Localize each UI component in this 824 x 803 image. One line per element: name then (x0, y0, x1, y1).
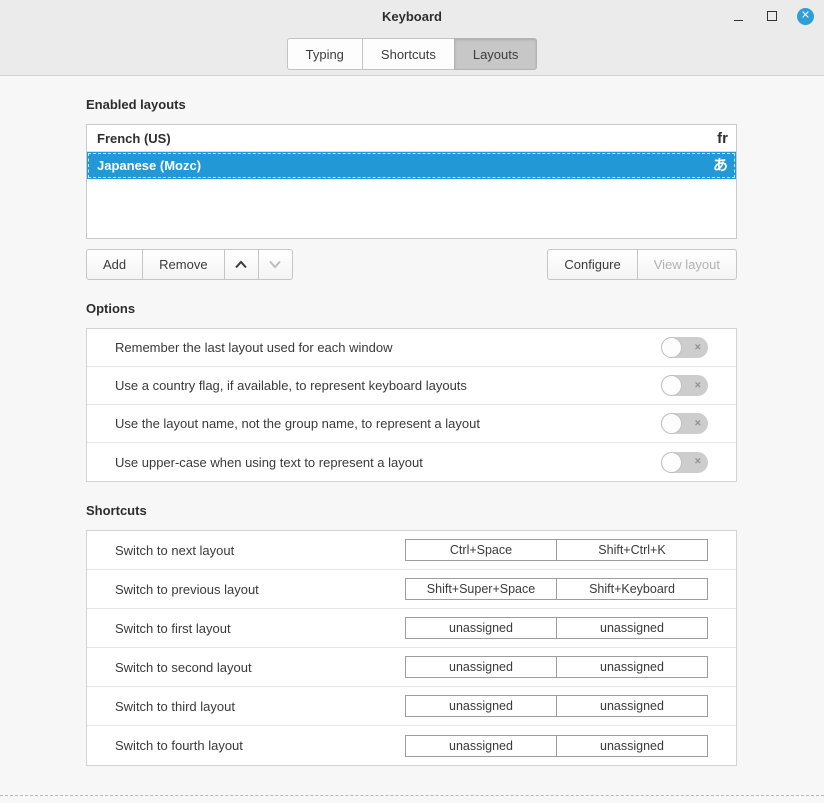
keybinding-pair: unassigned unassigned (405, 617, 708, 639)
tab-shortcuts-label: Shortcuts (381, 47, 436, 62)
layout-indicator-fr: fr (717, 131, 728, 146)
keybinding-button-2[interactable]: Shift+Ctrl+K (556, 539, 708, 561)
keybinding-button-1[interactable]: unassigned (405, 735, 557, 757)
option-label: Use the layout name, not the group name,… (115, 416, 480, 431)
tab-layouts-label: Layouts (473, 47, 519, 62)
tab-group: Typing Shortcuts Layouts (287, 38, 538, 70)
keybinding-button-2[interactable]: Shift+Keyboard (556, 578, 708, 600)
layout-list-toolbar: Add Remove Configure (86, 249, 737, 280)
remove-layout-label: Remove (159, 257, 207, 272)
enabled-layouts-list: French (US) fr Japanese (Mozc) あ (86, 124, 737, 239)
configure-button[interactable]: Configure (547, 249, 637, 280)
configure-label: Configure (564, 257, 620, 272)
shortcut-label: Switch to next layout (115, 543, 405, 558)
move-layout-down-button[interactable] (258, 249, 293, 280)
country-flag-toggle[interactable]: × (661, 375, 708, 396)
layout-edit-buttons: Add Remove (86, 249, 293, 280)
layout-action-buttons: Configure View layout (547, 249, 737, 280)
layout-row-french[interactable]: French (US) fr (87, 125, 736, 152)
toggle-off-icon: × (695, 380, 701, 391)
toggle-off-icon: × (695, 457, 701, 468)
shortcut-row-first-layout: Switch to first layout unassigned unassi… (87, 609, 736, 648)
shortcut-row-previous-layout: Switch to previous layout Shift+Super+Sp… (87, 570, 736, 609)
keybinding-button-2[interactable]: unassigned (556, 735, 708, 757)
keybinding-pair: Shift+Super+Space Shift+Keyboard (405, 578, 708, 600)
toggle-knob (661, 375, 682, 396)
view-layout-label: View layout (654, 257, 720, 272)
option-row-upper-case: Use upper-case when using text to repres… (87, 443, 736, 481)
keybinding-button-2[interactable]: unassigned (556, 617, 708, 639)
enabled-layouts-heading: Enabled layouts (86, 97, 737, 112)
add-layout-label: Add (103, 257, 126, 272)
keybinding-button-1[interactable]: Ctrl+Space (405, 539, 557, 561)
toggle-off-icon: × (695, 418, 701, 429)
layout-name: French (US) (97, 131, 171, 146)
window-title: Keyboard (382, 9, 442, 24)
tab-shortcuts[interactable]: Shortcuts (362, 38, 455, 70)
minimize-button[interactable] (729, 7, 747, 25)
layout-indicator-ja: あ (713, 158, 728, 173)
tab-typing-label: Typing (306, 47, 344, 62)
option-row-remember-last-layout: Remember the last layout used for each w… (87, 329, 736, 367)
view-layout-button[interactable]: View layout (637, 249, 737, 280)
tab-layouts[interactable]: Layouts (454, 38, 538, 70)
remember-last-layout-toggle[interactable]: × (661, 337, 708, 358)
toggle-knob (661, 413, 682, 434)
option-label: Use a country flag, if available, to rep… (115, 378, 467, 393)
layout-row-japanese[interactable]: Japanese (Mozc) あ (87, 152, 736, 179)
close-icon: ✕ (801, 10, 810, 21)
remove-layout-button[interactable]: Remove (142, 249, 224, 280)
shortcut-row-fourth-layout: Switch to fourth layout unassigned unass… (87, 726, 736, 765)
shortcut-label: Switch to second layout (115, 660, 405, 675)
maximize-button[interactable] (763, 7, 781, 25)
options-heading: Options (86, 301, 737, 316)
toggle-knob (661, 337, 682, 358)
keybinding-button-1[interactable]: unassigned (405, 617, 557, 639)
option-row-country-flag: Use a country flag, if available, to rep… (87, 367, 736, 405)
shortcuts-heading: Shortcuts (86, 503, 737, 518)
shortcut-row-second-layout: Switch to second layout unassigned unass… (87, 648, 736, 687)
keybinding-pair: unassigned unassigned (405, 695, 708, 717)
toggle-off-icon: × (695, 342, 701, 353)
keybinding-button-1[interactable]: unassigned (405, 656, 557, 678)
keybinding-pair: unassigned unassigned (405, 735, 708, 757)
maximize-icon (767, 11, 777, 21)
chevron-down-icon (268, 260, 282, 269)
keybinding-button-2[interactable]: unassigned (556, 695, 708, 717)
keybinding-pair: Ctrl+Space Shift+Ctrl+K (405, 539, 708, 561)
keybinding-pair: unassigned unassigned (405, 656, 708, 678)
keybinding-button-2[interactable]: unassigned (556, 656, 708, 678)
option-label: Remember the last layout used for each w… (115, 340, 392, 355)
move-layout-up-button[interactable] (224, 249, 259, 280)
layout-name: Japanese (Mozc) (97, 158, 201, 173)
options-list: Remember the last layout used for each w… (86, 328, 737, 482)
shortcut-label: Switch to fourth layout (115, 738, 405, 753)
window-header: Keyboard ✕ Typing Shortcuts (0, 0, 824, 76)
chevron-up-icon (234, 260, 248, 269)
toggle-knob (661, 452, 682, 473)
window-resize-edge[interactable] (0, 795, 824, 796)
upper-case-toggle[interactable]: × (661, 452, 708, 473)
layouts-page: Enabled layouts French (US) fr Japanese … (0, 97, 824, 766)
tab-typing[interactable]: Typing (287, 38, 363, 70)
option-row-layout-name: Use the layout name, not the group name,… (87, 405, 736, 443)
shortcut-row-third-layout: Switch to third layout unassigned unassi… (87, 687, 736, 726)
keybinding-button-1[interactable]: unassigned (405, 695, 557, 717)
shortcut-label: Switch to previous layout (115, 582, 405, 597)
add-layout-button[interactable]: Add (86, 249, 143, 280)
tab-bar: Typing Shortcuts Layouts (0, 32, 824, 76)
layout-name-toggle[interactable]: × (661, 413, 708, 434)
shortcut-label: Switch to first layout (115, 621, 405, 636)
titlebar[interactable]: Keyboard ✕ (0, 0, 824, 32)
keyboard-settings-window: Keyboard ✕ Typing Shortcuts (0, 0, 824, 803)
shortcut-label: Switch to third layout (115, 699, 405, 714)
shortcut-row-next-layout: Switch to next layout Ctrl+Space Shift+C… (87, 531, 736, 570)
option-label: Use upper-case when using text to repres… (115, 455, 423, 470)
window-controls: ✕ (729, 0, 814, 32)
keybinding-button-1[interactable]: Shift+Super+Space (405, 578, 557, 600)
shortcuts-list: Switch to next layout Ctrl+Space Shift+C… (86, 530, 737, 766)
close-button[interactable]: ✕ (797, 8, 814, 25)
minimize-icon (734, 20, 743, 21)
